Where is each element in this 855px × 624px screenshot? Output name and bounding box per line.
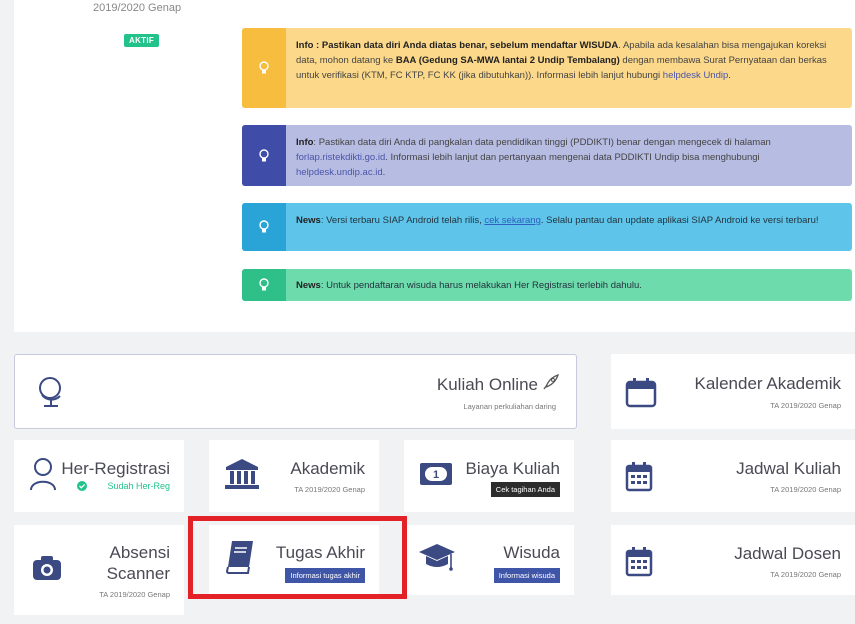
alert-body-2: . Selalu pantau dan update aplikasi SIAP… bbox=[540, 215, 819, 226]
alert-wisuda-info: Info : Pastikan data diri Anda diatas be… bbox=[242, 28, 852, 108]
card-title: Wisuda bbox=[503, 543, 560, 562]
card-title-line1: Absensi bbox=[109, 543, 170, 562]
alert-bold: News bbox=[296, 280, 321, 291]
card-title: Akademik bbox=[290, 459, 365, 478]
bulb-icon bbox=[259, 148, 269, 161]
bulb-icon bbox=[259, 61, 269, 74]
helpdesk-link[interactable]: helpdesk.undip.ac.id bbox=[296, 167, 383, 178]
alert-body: : Pastikan data diri Anda di pangkalan d… bbox=[313, 137, 771, 148]
alert-bold: Info bbox=[296, 137, 314, 148]
alert-end: . bbox=[728, 70, 731, 81]
kalender-akademik-card[interactable]: Kalender Akademik TA 2019/2020 Genap bbox=[611, 354, 855, 429]
helpdesk-link[interactable]: helpdesk Undip bbox=[663, 70, 729, 81]
alert-bold: News bbox=[296, 215, 321, 226]
card-title: Kuliah Online bbox=[436, 375, 538, 394]
card-subtitle: TA 2019/2020 Genap bbox=[770, 401, 841, 410]
informasi-wisuda-button[interactable]: Informasi wisuda bbox=[493, 568, 560, 583]
semester-label: 2019/2020 Genap bbox=[93, 2, 182, 14]
alert-body-2: . Informasi lebih lanjut dan pertanyaan … bbox=[385, 152, 760, 163]
absensi-scanner-card[interactable]: Absensi Scanner TA 2019/2020 Genap bbox=[14, 525, 184, 615]
alert-text: Info : Pastikan data diri Anda diatas be… bbox=[286, 28, 852, 108]
calendar-icon bbox=[625, 462, 653, 492]
camera-icon bbox=[33, 556, 61, 580]
bulb-icon bbox=[259, 278, 269, 291]
alert-text: News: Untuk pendaftaran wisuda harus mel… bbox=[286, 269, 654, 301]
cek-sekarang-link[interactable]: cek sekarang bbox=[484, 215, 541, 226]
card-title: Jadwal Kuliah bbox=[736, 459, 841, 478]
alert-wisuda-news: News: Untuk pendaftaran wisuda harus mel… bbox=[242, 269, 852, 301]
forlap-link[interactable]: forlap.ristekdikti.go.id bbox=[296, 152, 385, 163]
biaya-kuliah-card[interactable]: 1 Biaya Kuliah Cek tagihan Anda bbox=[404, 440, 574, 512]
card-subtitle: TA 2019/2020 Genap bbox=[770, 570, 841, 579]
highlight-box bbox=[188, 516, 407, 599]
alert-text: News: Versi terbaru SIAP Android telah r… bbox=[286, 203, 831, 251]
user-icon bbox=[30, 458, 56, 491]
globe-icon bbox=[39, 377, 61, 407]
jadwal-dosen-card[interactable]: Jadwal Dosen TA 2019/2020 Genap bbox=[611, 525, 855, 595]
her-registrasi-card[interactable]: Her-Registrasi Sudah Her-Reg bbox=[14, 440, 184, 512]
calendar-icon bbox=[625, 378, 657, 408]
alert-body: : Untuk pendaftaran wisuda harus melakuk… bbox=[320, 280, 642, 291]
her-reg-status: Sudah Her-Reg bbox=[107, 481, 170, 491]
card-subtitle: TA 2019/2020 Genap bbox=[770, 485, 841, 494]
alert-pddikti-info: Info: Pastikan data diri Anda di pangkal… bbox=[242, 125, 852, 186]
alert-android-news: News: Versi terbaru SIAP Android telah r… bbox=[242, 203, 852, 251]
money-icon: 1 bbox=[420, 463, 452, 485]
card-subtitle: Layanan perkuliahan daring bbox=[463, 402, 556, 411]
bank-icon bbox=[225, 459, 259, 489]
card-title: Kalender Akademik bbox=[694, 374, 841, 393]
graduation-cap-icon bbox=[419, 544, 455, 571]
status-badge: AKTIF bbox=[124, 34, 160, 47]
alert-end: . bbox=[382, 167, 386, 178]
alert-bold: Info : Pastikan data diri Anda diatas be… bbox=[296, 40, 619, 51]
alert-text: Info: Pastikan data diri Anda di pangkal… bbox=[286, 125, 852, 186]
card-title-line2: Scanner bbox=[106, 564, 170, 583]
rocket-icon bbox=[543, 373, 560, 390]
card-subtitle: TA 2019/2020 Genap bbox=[294, 485, 365, 494]
card-subtitle: TA 2019/2020 Genap bbox=[99, 590, 170, 599]
jadwal-kuliah-card[interactable]: Jadwal Kuliah TA 2019/2020 Genap bbox=[611, 440, 855, 512]
card-title: Her-Registrasi bbox=[61, 459, 170, 478]
akademik-card[interactable]: Akademik TA 2019/2020 Genap bbox=[209, 440, 379, 512]
svg-text:1: 1 bbox=[433, 469, 439, 481]
bulb-icon bbox=[259, 220, 269, 233]
alert-body: : Versi terbaru SIAP Android telah rilis… bbox=[320, 215, 485, 226]
cek-tagihan-button[interactable]: Cek tagihan Anda bbox=[490, 482, 560, 497]
card-title: Biaya Kuliah bbox=[465, 459, 560, 478]
alert-bold-place: BAA (Gedung SA-MWA lantai 2 Undip Tembal… bbox=[395, 55, 620, 66]
wisuda-card[interactable]: Wisuda Informasi wisuda bbox=[404, 525, 574, 595]
kuliah-online-card[interactable]: Kuliah Online Layanan perkuliahan daring bbox=[14, 354, 577, 429]
calendar-icon bbox=[625, 547, 653, 577]
card-title: Jadwal Dosen bbox=[734, 544, 841, 563]
check-circle-icon bbox=[77, 481, 87, 491]
